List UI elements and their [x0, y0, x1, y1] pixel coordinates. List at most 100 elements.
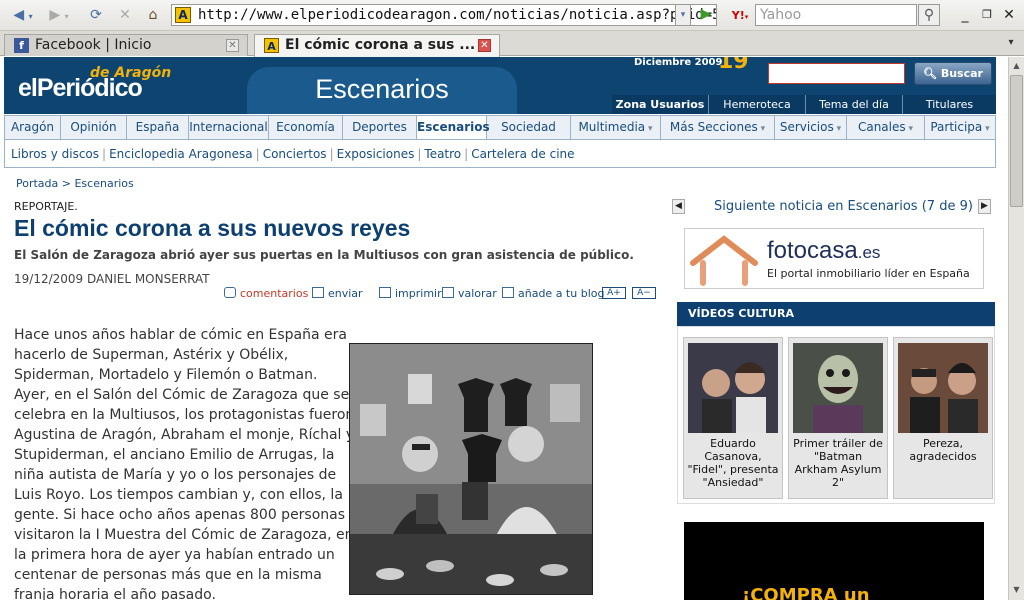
fotocasa-brand: fotocasa.es [767, 237, 880, 265]
article-subtitle: El Salón de Zaragoza abrió ayer sus puer… [14, 248, 634, 262]
divider: | [329, 147, 334, 161]
scroll-down-icon[interactable]: ▼ [1010, 583, 1023, 596]
stop-icon[interactable]: ✕ [116, 5, 134, 25]
video-card[interactable]: Eduardo Casanova, "Fidel", presenta "Ans… [683, 337, 783, 499]
divider: | [102, 147, 107, 161]
fotocasa-ad[interactable]: fotocasa.es El portal inmobiliario líder… [684, 228, 984, 289]
video-card[interactable]: Pereza, agradecidos [893, 337, 993, 499]
video-card[interactable]: Primer tráiler de "Batman Arkham Asylum … [788, 337, 888, 499]
body-line: celebra en la Multiusos, los protagonist… [14, 407, 355, 423]
subnav-teatro[interactable]: Teatro [424, 147, 461, 161]
restore-icon[interactable]: ❐ [980, 5, 994, 25]
printer-icon [379, 287, 391, 298]
tab-facebook[interactable]: f Facebook | Inicio ✕ [4, 34, 248, 56]
body-line: Spiderman, Mortadelo y Filemón o Batman. [14, 367, 318, 383]
article-headline: El cómic corona a sus nuevos reyes [14, 215, 411, 241]
envelope-icon [312, 287, 324, 298]
promo-ad[interactable]: ¡COMPRA un [684, 522, 984, 600]
document-icon [502, 287, 514, 298]
back-button[interactable]: ◀ ▾ [8, 5, 38, 25]
previous-arrow-icon[interactable]: ◀ [672, 199, 685, 214]
nav-canales[interactable]: Canales ▾ [847, 116, 925, 139]
nav-canales-label: Canales [857, 120, 906, 134]
rate-link[interactable]: valorar [442, 287, 497, 300]
nav-opinion[interactable]: Opinión [61, 116, 127, 139]
close-tab-icon[interactable]: ✕ [478, 39, 491, 52]
body-line: gente. Si hace ocho años apenas 800 pers… [14, 507, 346, 523]
send-link[interactable]: enviar [312, 287, 363, 300]
search-icon[interactable]: ⚲ [918, 4, 940, 26]
nav-aragon[interactable]: Aragón [5, 116, 61, 139]
next-arrow-icon[interactable]: ▶ [978, 199, 991, 214]
body-line: Ayer, en el Salón del Cómic de Zaragoza … [14, 387, 350, 403]
nav-economia[interactable]: Economía [269, 116, 343, 139]
url-input[interactable]: A http://www.elperiodicodearagon.com/not… [171, 4, 717, 26]
body-line: Luis Royo. Los tiempos cambian y, con el… [14, 487, 343, 503]
scroll-up-icon[interactable]: ▲ [1010, 59, 1023, 72]
comments-link[interactable]: comentarios [224, 287, 308, 300]
user-link-tema-del-dia[interactable]: Tema del día [805, 95, 902, 114]
comment-icon [224, 287, 236, 298]
body-line: franja horaria el año pasado. [14, 587, 216, 600]
font-increase-button[interactable]: A+ [602, 287, 626, 299]
nav-espana[interactable]: España [127, 116, 189, 139]
nav-internacional[interactable]: Internacional [189, 116, 269, 139]
tab-list-icon[interactable]: ▾ [1004, 33, 1018, 53]
body-line: Stupiderman, el anciano Emilio de Arruga… [14, 447, 335, 463]
search-input[interactable]: Yahoo [755, 4, 917, 26]
site-logo[interactable]: elPeriódico [18, 74, 143, 103]
nav-mas-secciones[interactable]: Más Secciones ▾ [661, 116, 775, 139]
search-button[interactable]: 🔍︎ Buscar [914, 62, 992, 85]
next-news-link[interactable]: Siguiente noticia en Escenarios (7 de 9) [714, 199, 973, 214]
close-tab-icon[interactable]: ✕ [226, 39, 239, 52]
video-caption: Primer tráiler de "Batman Arkham Asylum … [793, 437, 883, 489]
body-line: centenar de personas más que en la misma [14, 567, 322, 583]
reload-icon[interactable]: ⟳ [86, 5, 106, 25]
blog-link[interactable]: añade a tu blog [502, 287, 604, 300]
nav-escenarios[interactable]: Escenarios [417, 116, 490, 139]
search-placeholder: Yahoo [760, 7, 802, 23]
nav-participa-label: Participa [930, 120, 983, 134]
page-scrollbar[interactable]: ▲ ▼ [1008, 57, 1024, 600]
forward-button[interactable]: ▶ ▾ [44, 5, 74, 25]
sub-nav: Libros y discos | Enciclopedia Aragonesa | C… [4, 140, 996, 168]
breadcrumb[interactable]: Portada > Escenarios [16, 177, 134, 190]
next-news-bar: ◀ Siguiente noticia en Escenarios (7 de … [672, 198, 992, 218]
nav-deportes[interactable]: Deportes [343, 116, 417, 139]
print-link[interactable]: imprimir [379, 287, 442, 300]
scroll-thumb[interactable] [1010, 75, 1023, 207]
send-label: enviar [328, 287, 363, 300]
home-icon[interactable]: ⌂ [143, 5, 163, 25]
subnav-libros[interactable]: Libros y discos [11, 147, 99, 161]
tab-article[interactable]: A El cómic corona a sus ... ✕ [254, 34, 500, 57]
tab-bar: f Facebook | Inicio ✕ A El cómic corona … [0, 31, 1024, 57]
web-page: de Aragón elPeriódico Escenarios Diciemb… [0, 57, 1008, 600]
body-line: Agustina de Aragón, Abraham el monje, Rí… [14, 427, 355, 443]
site-search-input[interactable] [768, 63, 905, 84]
subnav-conciertos[interactable]: Conciertos [263, 147, 327, 161]
article-photo [349, 343, 593, 595]
fotocasa-brand-name: fotocasa [767, 237, 858, 264]
close-window-icon[interactable]: ✕ [1002, 5, 1016, 25]
url-dropdown-icon[interactable]: ▾ [675, 4, 691, 26]
nav-participa[interactable]: Participa ▾ [925, 116, 995, 139]
facebook-icon: f [14, 38, 29, 53]
yahoo-engine-icon[interactable]: Y!▾ [727, 6, 753, 24]
nav-multimedia[interactable]: Multimedia ▾ [571, 116, 661, 139]
subnav-enciclopedia[interactable]: Enciclopedia Aragonesa [109, 147, 253, 161]
user-link-hemeroteca[interactable]: Hemeroteca [708, 95, 805, 114]
site-favicon-icon: A [264, 38, 279, 53]
nav-servicios[interactable]: Servicios ▾ [775, 116, 847, 139]
nav-sociedad[interactable]: Sociedad [487, 116, 571, 139]
user-link-zona-usuarios[interactable]: Zona Usuarios [612, 95, 708, 114]
go-icon[interactable]: ▶ [695, 4, 717, 26]
subnav-exposiciones[interactable]: Exposiciones [337, 147, 415, 161]
body-line: visitaron la I Muestra del Cómic de Zara… [14, 527, 354, 543]
user-link-titulares[interactable]: Titulares [902, 95, 996, 114]
minimize-icon[interactable]: _ [958, 5, 972, 25]
nav-multimedia-label: Multimedia [578, 120, 646, 134]
comments-label: comentarios [240, 287, 309, 300]
font-decrease-button[interactable]: A− [632, 287, 656, 299]
body-line: niña autista de María y yo o los persona… [14, 467, 337, 483]
subnav-cartelera[interactable]: Cartelera de cine [471, 147, 574, 161]
